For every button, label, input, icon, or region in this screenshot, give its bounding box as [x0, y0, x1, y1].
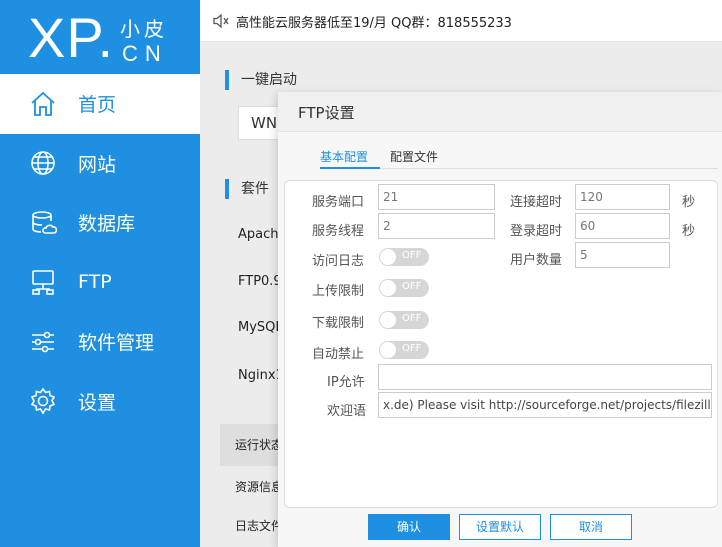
sidebar-item-software[interactable]: 软件管理 [0, 312, 200, 372]
sidebar-nav: 首页 网站 数据库 FTP 软件管理 设置 [0, 74, 200, 431]
upload-limit-toggle[interactable]: OFF [379, 279, 429, 297]
active-tab-indicator [320, 167, 380, 169]
threads-label: 服务线程 [312, 224, 365, 239]
sidebar-item-label: 网站 [78, 153, 117, 176]
sidebar-item-database[interactable]: 数据库 [0, 193, 200, 253]
quick-start-title: 一键启动 [225, 70, 297, 90]
conn-timeout-unit: 秒 [682, 195, 696, 210]
toggle-knob [380, 342, 396, 358]
toggle-state: OFF [402, 313, 422, 324]
upload-limit-label: 上传限制 [312, 284, 365, 299]
port-input[interactable] [378, 184, 495, 210]
toggle-knob [380, 249, 396, 265]
confirm-button[interactable]: 确认 [368, 514, 450, 540]
logo: XP. 小皮 CN [28, 8, 198, 68]
suite-row-nginx[interactable]: Nginx1 [238, 368, 284, 383]
logo-text: XP. [28, 6, 115, 69]
sidebar-item-website[interactable]: 网站 [0, 134, 200, 194]
announcement-text[interactable]: 高性能云服务器低至19/月 QQ群：818555233 [236, 12, 512, 31]
home-icon [29, 90, 57, 118]
gear-icon [29, 387, 57, 415]
ip-allow-input[interactable] [378, 364, 712, 390]
auto-ban-label: 自动禁止 [312, 347, 365, 362]
logo-cn-top: 小皮 [120, 17, 168, 41]
toggle-state: OFF [402, 281, 422, 292]
logo-cn-bottom: CN [122, 41, 168, 66]
cancel-button[interactable]: 取消 [550, 514, 632, 540]
tab-basic-config[interactable]: 基本配置 [320, 148, 368, 165]
suite-row-mysql[interactable]: MySQL [238, 320, 283, 335]
login-timeout-label: 登录超时 [510, 224, 563, 239]
ftp-icon [29, 268, 57, 296]
sidebar-item-label: 软件管理 [78, 332, 155, 355]
toggle-knob [380, 280, 396, 296]
welcome-label: 欢迎语 [327, 404, 367, 419]
conn-timeout-label: 连接超时 [510, 195, 563, 210]
tab-config-file[interactable]: 配置文件 [390, 148, 438, 165]
port-label: 服务端口 [312, 195, 365, 210]
reset-defaults-button[interactable]: 设置默认 [459, 514, 541, 540]
sidebar-item-label: 首页 [78, 94, 117, 117]
user-count-label: 用户数量 [510, 253, 563, 268]
access-log-toggle[interactable]: OFF [379, 248, 429, 266]
dialog-header: FTP设置 [278, 92, 722, 132]
download-limit-label: 下载限制 [312, 316, 365, 331]
globe-icon [29, 149, 57, 177]
sidebar-item-home[interactable]: 首页 [0, 74, 200, 134]
ftp-settings-dialog: FTP设置 基本配置 配置文件 服务端口 服务线程 访问日志 OFF 上传限制 … [278, 92, 722, 547]
ip-allow-label: IP允许 [327, 375, 365, 390]
conn-timeout-input[interactable] [575, 184, 670, 210]
toggle-knob [380, 312, 396, 328]
sliders-icon [29, 328, 57, 356]
toggle-state: OFF [402, 250, 422, 261]
sidebar-item-settings[interactable]: 设置 [0, 372, 200, 432]
database-icon [29, 209, 58, 237]
suite-title: 套件 [225, 179, 269, 199]
sidebar-item-label: FTP [78, 271, 112, 294]
download-limit-toggle[interactable]: OFF [379, 311, 429, 329]
access-log-label: 访问日志 [312, 254, 365, 269]
sidebar-item-ftp[interactable]: FTP [0, 253, 200, 313]
sidebar-item-label: 设置 [78, 391, 117, 414]
threads-input[interactable] [378, 213, 495, 239]
auto-ban-toggle[interactable]: OFF [379, 341, 429, 359]
speaker-icon [212, 12, 230, 30]
dialog-title: FTP设置 [298, 104, 355, 122]
top-bar: 高性能云服务器低至19/月 QQ群：818555233 [200, 0, 722, 42]
user-count-input[interactable] [575, 242, 670, 268]
welcome-message-input[interactable] [378, 392, 712, 418]
toggle-state: OFF [402, 343, 422, 354]
sidebar-item-label: 数据库 [78, 213, 136, 236]
login-timeout-input[interactable] [575, 213, 670, 239]
sidebar: XP. 小皮 CN 首页 网站 数据库 FTP 软件管理 设置 [0, 0, 200, 547]
login-timeout-unit: 秒 [682, 224, 696, 239]
